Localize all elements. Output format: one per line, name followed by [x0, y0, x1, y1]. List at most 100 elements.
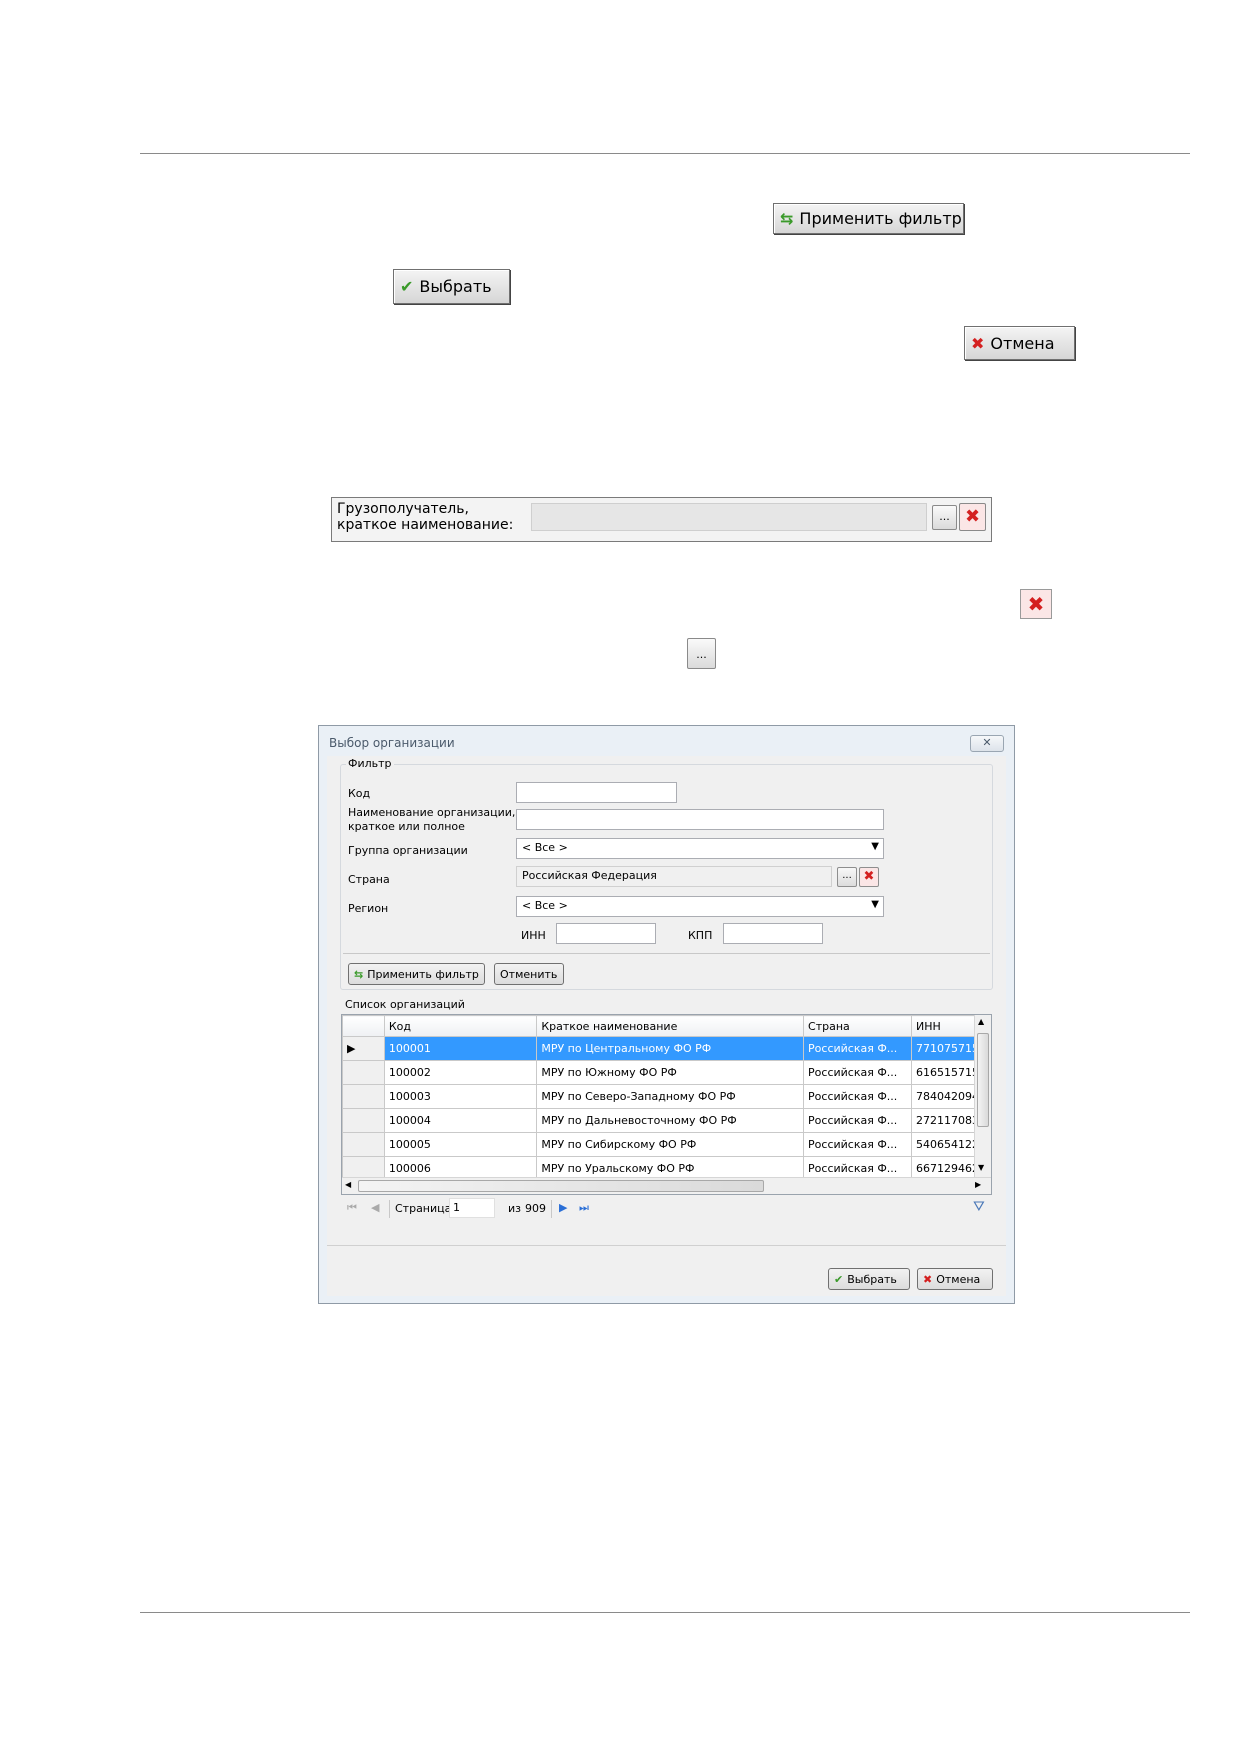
cell-country[interactable]: Российская Ф...: [803, 1108, 912, 1133]
kpp-input[interactable]: [723, 923, 823, 944]
dialog-title: Выбор организации: [329, 736, 455, 750]
consignee-label-line2: краткое наименование:: [337, 517, 514, 533]
group-select[interactable]: < Все > ▼: [516, 838, 884, 859]
country-clear-button[interactable]: ✖: [859, 867, 879, 887]
name-label-line2: краткое или полное: [348, 820, 465, 833]
dialog-cancel-button-label: Отмена: [936, 1272, 981, 1286]
cell-country[interactable]: Российская Ф...: [803, 1060, 912, 1085]
last-page-icon[interactable]: ⏭: [579, 1201, 589, 1215]
pager-bar: ⏮ ◀ Страница 1 из 909 ▶ ⏭ ⛛: [341, 1197, 992, 1221]
column-header-country[interactable]: Страна: [803, 1015, 912, 1037]
horizontal-scrollbar[interactable]: ◀ ▶: [342, 1177, 991, 1194]
pager-separator: [389, 1200, 390, 1218]
organizations-grid: Код Краткое наименование Страна ИНН ▶ 10…: [341, 1014, 992, 1195]
footer-rule: [140, 1612, 1190, 1613]
cell-name[interactable]: МРУ по Северо-Западному ФО РФ: [536, 1084, 805, 1109]
select-button-image: ✔ Выбрать: [393, 269, 510, 304]
filter-icon[interactable]: ⛛: [973, 1199, 985, 1215]
kpp-label: КПП: [688, 929, 713, 942]
dialog-close-button[interactable]: ✕: [970, 735, 1004, 752]
apply-filter-button[interactable]: ⇆ Применить фильтр: [348, 963, 485, 985]
cell-name[interactable]: МРУ по Сибирскому ФО РФ: [536, 1132, 805, 1157]
group-select-value: < Все >: [522, 841, 568, 854]
cancel-label: Отмена: [990, 333, 1055, 353]
country-browse-button[interactable]: ...: [837, 867, 857, 887]
select-label: Выбрать: [419, 277, 492, 296]
table-row[interactable]: 100002 МРУ по Южному ФО РФ Российская Ф.…: [342, 1060, 991, 1085]
refresh-icon: ⇆: [354, 967, 364, 981]
row-header[interactable]: [342, 1060, 385, 1085]
cell-country[interactable]: Российская Ф...: [803, 1036, 912, 1061]
filter-divider: [343, 953, 990, 954]
dialog-select-button-label: Выбрать: [847, 1272, 897, 1286]
consignee-browse-button[interactable]: ...: [932, 505, 957, 530]
column-header-code[interactable]: Код: [383, 1015, 538, 1037]
footer-divider: [327, 1245, 1006, 1246]
scroll-up-icon[interactable]: ▲: [978, 1017, 984, 1026]
consignee-clear-button[interactable]: ✖: [959, 503, 986, 531]
dialog-select-button[interactable]: ✔ Выбрать: [828, 1268, 910, 1290]
scroll-down-icon[interactable]: ▼: [978, 1163, 984, 1172]
table-row[interactable]: 100005 МРУ по Сибирскому ФО РФ Российска…: [342, 1132, 991, 1157]
cell-code[interactable]: 100004: [383, 1108, 538, 1133]
organization-select-dialog: Выбор организации ✕ Фильтр Код Наименова…: [318, 725, 1015, 1304]
cell-name[interactable]: МРУ по Центральному ФО РФ: [536, 1036, 805, 1061]
code-input[interactable]: [516, 782, 677, 803]
scroll-left-icon[interactable]: ◀: [345, 1180, 351, 1189]
apply-filter-button-label: Применить фильтр: [367, 967, 479, 981]
scroll-right-icon[interactable]: ▶: [975, 1180, 981, 1189]
name-label-line1: Наименование организации,: [348, 806, 516, 819]
consignee-label: Грузополучатель, краткое наименование:: [337, 501, 513, 533]
table-header-row: Код Краткое наименование Страна ИНН: [342, 1015, 991, 1037]
table-row[interactable]: ▶ 100001 МРУ по Центральному ФО РФ Росси…: [342, 1036, 991, 1061]
cell-code[interactable]: 100003: [383, 1084, 538, 1109]
consignee-input[interactable]: [531, 503, 927, 531]
filter-group: Фильтр Код Наименование организации, кра…: [340, 757, 993, 990]
cell-code[interactable]: 100001: [383, 1036, 538, 1061]
inn-label: ИНН: [521, 929, 546, 942]
row-header[interactable]: [342, 1108, 385, 1133]
chevron-down-icon[interactable]: ▼: [871, 841, 879, 852]
country-label: Страна: [348, 873, 390, 886]
pager-separator: [551, 1200, 552, 1218]
code-label: Код: [348, 787, 371, 800]
region-select[interactable]: < Все > ▼: [516, 896, 884, 917]
total-pages: 909: [525, 1202, 546, 1215]
vertical-scroll-thumb[interactable]: [977, 1033, 989, 1127]
next-page-icon[interactable]: ▶: [559, 1201, 567, 1214]
inn-input[interactable]: [556, 923, 656, 944]
of-label: из: [508, 1202, 521, 1215]
cell-country[interactable]: Российская Ф...: [803, 1084, 912, 1109]
horizontal-scroll-thumb[interactable]: [358, 1180, 764, 1192]
cell-country[interactable]: Российская Ф...: [803, 1132, 912, 1157]
table-row[interactable]: 100004 МРУ по Дальневосточному ФО РФ Рос…: [342, 1108, 991, 1133]
cell-code[interactable]: 100002: [383, 1060, 538, 1085]
dialog-client-area: Фильтр Код Наименование организации, кра…: [327, 756, 1006, 1296]
name-input[interactable]: [516, 809, 884, 830]
prev-page-icon[interactable]: ◀: [371, 1201, 379, 1214]
row-header[interactable]: [342, 1084, 385, 1109]
checkmark-icon: ✔: [834, 1272, 844, 1286]
cell-code[interactable]: 100005: [383, 1132, 538, 1157]
chevron-down-icon[interactable]: ▼: [871, 899, 879, 910]
page-input[interactable]: 1: [449, 1198, 495, 1218]
cell-name[interactable]: МРУ по Дальневосточному ФО РФ: [536, 1108, 805, 1133]
list-legend: Список организаций: [343, 998, 467, 1011]
consignee-field-image: Грузополучатель, краткое наименование: .…: [331, 497, 992, 542]
reset-filter-button[interactable]: Отменить: [494, 963, 564, 985]
first-page-icon[interactable]: ⏮: [347, 1201, 357, 1215]
cell-name[interactable]: МРУ по Южному ФО РФ: [536, 1060, 805, 1085]
apply-filter-button-image: ⇆ Применить фильтр: [773, 203, 964, 234]
organizations-table: Код Краткое наименование Страна ИНН ▶ 10…: [342, 1015, 991, 1181]
region-label: Регион: [348, 902, 389, 915]
cancel-button-image: ✖ Отмена: [964, 326, 1075, 360]
row-header[interactable]: [342, 1132, 385, 1157]
reset-filter-button-label: Отменить: [500, 967, 558, 981]
page-label: Страница: [395, 1202, 452, 1215]
dialog-cancel-button[interactable]: ✖ Отмена: [917, 1268, 993, 1290]
vertical-scrollbar[interactable]: ▲ ▼: [974, 1015, 991, 1177]
current-row-indicator-icon: ▶: [342, 1036, 385, 1061]
table-row[interactable]: 100003 МРУ по Северо-Западному ФО РФ Рос…: [342, 1084, 991, 1109]
header-rule: [140, 153, 1190, 154]
column-header-name[interactable]: Краткое наименование: [536, 1015, 805, 1037]
